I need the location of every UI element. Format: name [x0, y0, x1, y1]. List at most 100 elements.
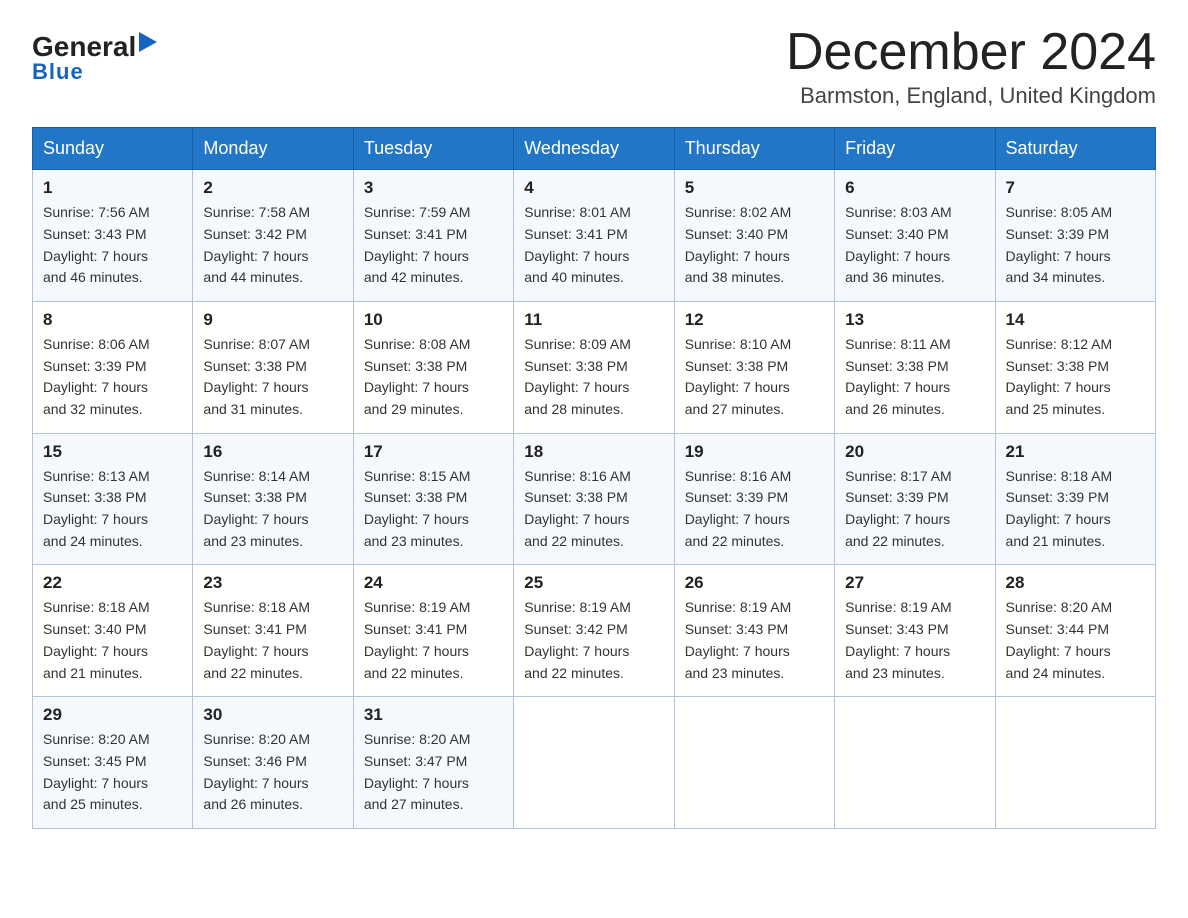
day-number: 12 — [685, 310, 824, 330]
day-number: 13 — [845, 310, 984, 330]
page: General Blue December 2024 Barmston, Eng… — [0, 0, 1188, 861]
day-number: 3 — [364, 178, 503, 198]
week-row-2: 8 Sunrise: 8:06 AMSunset: 3:39 PMDaylight… — [33, 301, 1156, 433]
day-info: Sunrise: 8:08 AMSunset: 3:38 PMDaylight:… — [364, 334, 503, 421]
day-info: Sunrise: 8:16 AMSunset: 3:39 PMDaylight:… — [685, 466, 824, 553]
day-number: 4 — [524, 178, 663, 198]
calendar-cell: 5Sunrise: 8:02 AMSunset: 3:40 PMDaylight… — [674, 170, 834, 302]
day-info: Sunrise: 8:05 AMSunset: 3:39 PMDaylight:… — [1006, 202, 1145, 289]
calendar-cell — [674, 697, 834, 829]
day-info: Sunrise: 8:13 AMSunset: 3:38 PMDaylight:… — [43, 466, 182, 553]
day-number: 31 — [364, 705, 503, 725]
day-info: Sunrise: 8:20 AMSunset: 3:47 PMDaylight:… — [364, 729, 503, 816]
day-number: 21 — [1006, 442, 1145, 462]
calendar-cell: 15 Sunrise: 8:13 AMSunset: 3:38 PMDayligh… — [33, 433, 193, 565]
logo-general: General — [32, 33, 136, 61]
day-info: Sunrise: 8:11 AMSunset: 3:38 PMDaylight:… — [845, 334, 984, 421]
day-number: 15 — [43, 442, 182, 462]
calendar-cell — [995, 697, 1155, 829]
day-number: 25 — [524, 573, 663, 593]
day-number: 14 — [1006, 310, 1145, 330]
day-number: 22 — [43, 573, 182, 593]
day-number: 16 — [203, 442, 342, 462]
day-info: Sunrise: 8:20 AMSunset: 3:46 PMDaylight:… — [203, 729, 342, 816]
calendar-cell: 13 Sunrise: 8:11 AMSunset: 3:38 PMDayligh… — [835, 301, 995, 433]
day-info: Sunrise: 8:09 AMSunset: 3:38 PMDaylight:… — [524, 334, 663, 421]
weekday-header-saturday: Saturday — [995, 128, 1155, 170]
calendar-table: SundayMondayTuesdayWednesdayThursdayFrid… — [32, 127, 1156, 829]
day-number: 23 — [203, 573, 342, 593]
day-info: Sunrise: 8:10 AMSunset: 3:38 PMDaylight:… — [685, 334, 824, 421]
header: General Blue December 2024 Barmston, Eng… — [32, 24, 1156, 109]
calendar-cell: 11 Sunrise: 8:09 AMSunset: 3:38 PMDayligh… — [514, 301, 674, 433]
calendar-cell: 25 Sunrise: 8:19 AMSunset: 3:42 PMDayligh… — [514, 565, 674, 697]
day-number: 17 — [364, 442, 503, 462]
weekday-header-monday: Monday — [193, 128, 353, 170]
day-info: Sunrise: 8:19 AMSunset: 3:43 PMDaylight:… — [845, 597, 984, 684]
calendar-cell: 31 Sunrise: 8:20 AMSunset: 3:47 PMDayligh… — [353, 697, 513, 829]
day-info: Sunrise: 7:59 AMSunset: 3:41 PMDaylight:… — [364, 202, 503, 289]
week-row-3: 15 Sunrise: 8:13 AMSunset: 3:38 PMDayligh… — [33, 433, 1156, 565]
day-info: Sunrise: 8:18 AMSunset: 3:39 PMDaylight:… — [1006, 466, 1145, 553]
weekday-header-sunday: Sunday — [33, 128, 193, 170]
day-info: Sunrise: 8:20 AMSunset: 3:45 PMDaylight:… — [43, 729, 182, 816]
week-row-1: 1Sunrise: 7:56 AMSunset: 3:43 PMDaylight… — [33, 170, 1156, 302]
day-info: Sunrise: 8:07 AMSunset: 3:38 PMDaylight:… — [203, 334, 342, 421]
day-number: 5 — [685, 178, 824, 198]
day-number: 29 — [43, 705, 182, 725]
logo-triangle-icon — [139, 32, 157, 52]
calendar-cell: 17 Sunrise: 8:15 AMSunset: 3:38 PMDayligh… — [353, 433, 513, 565]
weekday-header-thursday: Thursday — [674, 128, 834, 170]
calendar-cell: 27 Sunrise: 8:19 AMSunset: 3:43 PMDayligh… — [835, 565, 995, 697]
day-number: 26 — [685, 573, 824, 593]
calendar-cell: 9 Sunrise: 8:07 AMSunset: 3:38 PMDaylight… — [193, 301, 353, 433]
calendar-cell: 1Sunrise: 7:56 AMSunset: 3:43 PMDaylight… — [33, 170, 193, 302]
calendar-cell: 30 Sunrise: 8:20 AMSunset: 3:46 PMDayligh… — [193, 697, 353, 829]
day-number: 8 — [43, 310, 182, 330]
day-number: 24 — [364, 573, 503, 593]
calendar-cell: 10 Sunrise: 8:08 AMSunset: 3:38 PMDayligh… — [353, 301, 513, 433]
day-number: 18 — [524, 442, 663, 462]
calendar-cell: 14Sunrise: 8:12 AMSunset: 3:38 PMDayligh… — [995, 301, 1155, 433]
calendar-cell: 22 Sunrise: 8:18 AMSunset: 3:40 PMDayligh… — [33, 565, 193, 697]
title-block: December 2024 Barmston, England, United … — [786, 24, 1156, 109]
weekday-header-tuesday: Tuesday — [353, 128, 513, 170]
logo: General Blue — [32, 32, 157, 85]
day-number: 10 — [364, 310, 503, 330]
day-info: Sunrise: 7:58 AMSunset: 3:42 PMDaylight:… — [203, 202, 342, 289]
day-info: Sunrise: 8:01 AMSunset: 3:41 PMDaylight:… — [524, 202, 663, 289]
day-info: Sunrise: 8:19 AMSunset: 3:41 PMDaylight:… — [364, 597, 503, 684]
calendar-cell: 26Sunrise: 8:19 AMSunset: 3:43 PMDayligh… — [674, 565, 834, 697]
calendar-cell: 4 Sunrise: 8:01 AMSunset: 3:41 PMDaylight… — [514, 170, 674, 302]
calendar-cell: 29 Sunrise: 8:20 AMSunset: 3:45 PMDayligh… — [33, 697, 193, 829]
day-number: 20 — [845, 442, 984, 462]
calendar-cell: 7Sunrise: 8:05 AMSunset: 3:39 PMDaylight… — [995, 170, 1155, 302]
calendar-cell — [835, 697, 995, 829]
day-number: 11 — [524, 310, 663, 330]
day-number: 27 — [845, 573, 984, 593]
logo-blue: Blue — [32, 59, 84, 85]
calendar-cell — [514, 697, 674, 829]
day-info: Sunrise: 8:15 AMSunset: 3:38 PMDaylight:… — [364, 466, 503, 553]
day-number: 30 — [203, 705, 342, 725]
calendar-cell: 6Sunrise: 8:03 AMSunset: 3:40 PMDaylight… — [835, 170, 995, 302]
day-info: Sunrise: 8:20 AMSunset: 3:44 PMDaylight:… — [1006, 597, 1145, 684]
calendar-cell: 24 Sunrise: 8:19 AMSunset: 3:41 PMDayligh… — [353, 565, 513, 697]
weekday-header-wednesday: Wednesday — [514, 128, 674, 170]
day-info: Sunrise: 8:18 AMSunset: 3:40 PMDaylight:… — [43, 597, 182, 684]
day-info: Sunrise: 8:03 AMSunset: 3:40 PMDaylight:… — [845, 202, 984, 289]
calendar-cell: 2Sunrise: 7:58 AMSunset: 3:42 PMDaylight… — [193, 170, 353, 302]
calendar-cell: 28 Sunrise: 8:20 AMSunset: 3:44 PMDayligh… — [995, 565, 1155, 697]
day-info: Sunrise: 8:06 AMSunset: 3:39 PMDaylight:… — [43, 334, 182, 421]
day-info: Sunrise: 8:19 AMSunset: 3:42 PMDaylight:… — [524, 597, 663, 684]
calendar-cell: 3 Sunrise: 7:59 AMSunset: 3:41 PMDaylight… — [353, 170, 513, 302]
calendar-cell: 19 Sunrise: 8:16 AMSunset: 3:39 PMDayligh… — [674, 433, 834, 565]
day-number: 19 — [685, 442, 824, 462]
calendar-cell: 20 Sunrise: 8:17 AMSunset: 3:39 PMDayligh… — [835, 433, 995, 565]
day-info: Sunrise: 7:56 AMSunset: 3:43 PMDaylight:… — [43, 202, 182, 289]
day-number: 28 — [1006, 573, 1145, 593]
day-number: 9 — [203, 310, 342, 330]
calendar-cell: 23 Sunrise: 8:18 AMSunset: 3:41 PMDayligh… — [193, 565, 353, 697]
day-info: Sunrise: 8:17 AMSunset: 3:39 PMDaylight:… — [845, 466, 984, 553]
day-info: Sunrise: 8:18 AMSunset: 3:41 PMDaylight:… — [203, 597, 342, 684]
